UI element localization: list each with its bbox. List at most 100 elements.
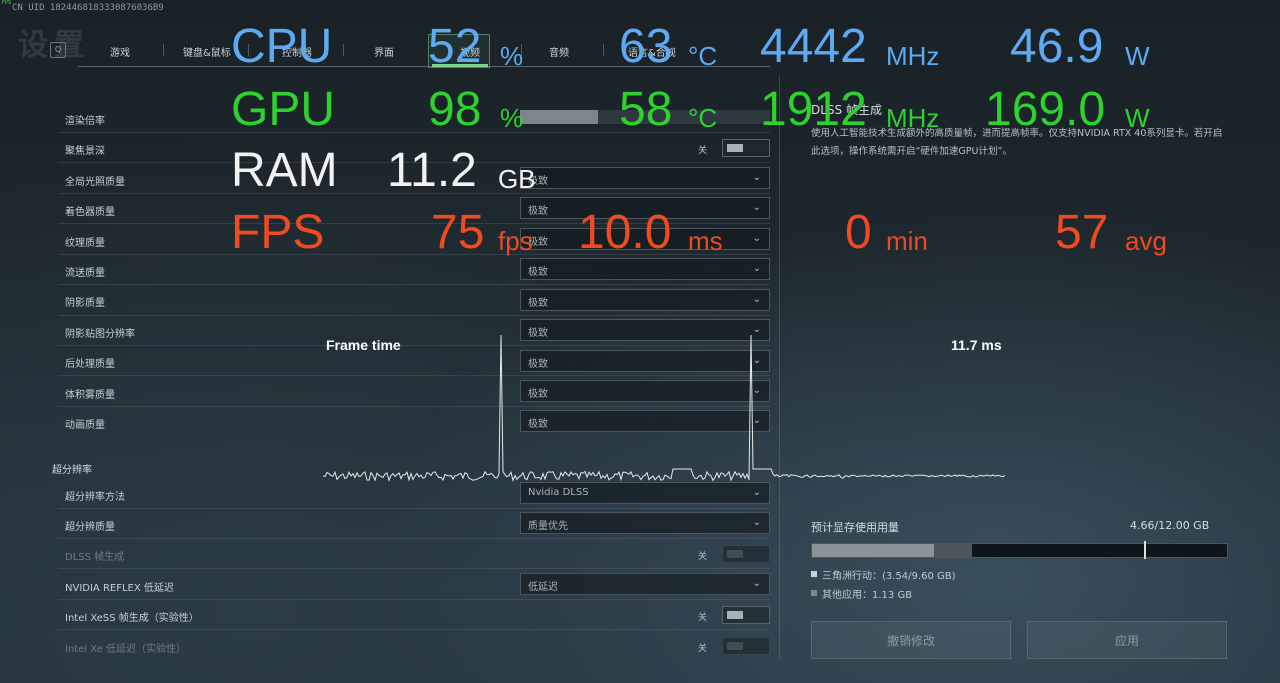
toggle-knob	[727, 611, 743, 619]
dropdown-value: 极致	[528, 206, 548, 217]
dropdown-value: 低延迟	[528, 582, 558, 593]
setting-label: 体积雾质量	[65, 390, 115, 401]
setting-label: Intel XeSS 帧生成（实验性）	[65, 613, 199, 624]
toggle-state-label: 关	[698, 613, 708, 623]
setting-label: 聚焦景深	[65, 146, 105, 157]
setting-label: 阴影质量	[65, 298, 105, 309]
xe-low-latency-toggle[interactable]	[722, 637, 770, 655]
osd-gpu-temp-unit: °C	[688, 103, 718, 133]
row-divider	[58, 284, 770, 285]
osd-ram-unit: GB	[498, 164, 536, 194]
osd-ram-label: RAM	[231, 144, 338, 197]
vram-label: 预计显存使用用量	[811, 521, 899, 534]
toggle-state-label: 关	[698, 644, 708, 654]
osd-cpu-temp-unit: °C	[688, 41, 718, 71]
revert-button[interactable]: 撤销修改	[811, 621, 1011, 659]
setting-label: Intel Xe 低延迟（实验性）	[65, 644, 187, 655]
osd-gpu-load-unit: %	[500, 103, 524, 133]
osd-fps-value: 75	[431, 206, 485, 259]
tab-game[interactable]: 游戏	[110, 44, 130, 59]
osd-gpu-clock-unit: MHz	[886, 103, 940, 133]
osd-gpu-load: 98	[428, 83, 482, 136]
toggle-knob	[727, 642, 743, 650]
osd-fps-min-unit: min	[886, 226, 928, 256]
upscaling-quality-dropdown[interactable]: 质量优先 ⌄	[520, 512, 770, 534]
toggle-knob	[727, 550, 743, 558]
setting-label: 后处理质量	[65, 359, 115, 370]
osd-cpu-clock-unit: MHz	[886, 41, 940, 71]
osd-gpu-temp: 58	[619, 83, 673, 136]
setting-label: 着色器质量	[65, 207, 115, 218]
osd-fps-avg: 57	[1055, 206, 1109, 259]
chevron-down-icon: ⌄	[752, 487, 761, 498]
dropdown-value: 质量优先	[528, 521, 568, 532]
frametime-graph	[323, 334, 1005, 482]
row-divider	[58, 315, 770, 316]
setting-label: 全局光照质量	[65, 177, 125, 188]
vram-value: 4.66/12.00 GB	[1130, 519, 1210, 532]
global-illumination-dropdown[interactable]: 极致 ⌄	[520, 167, 770, 189]
xess-frame-gen-toggle[interactable]	[722, 606, 770, 624]
osd-frametime: 10.0	[578, 206, 672, 259]
tab-separator	[343, 44, 344, 56]
reflex-dropdown[interactable]: 低延迟 ⌄	[520, 573, 770, 595]
chevron-down-icon: ⌄	[752, 294, 761, 305]
frametime-line	[323, 334, 1005, 482]
vram-other-fill	[934, 544, 972, 557]
depth-of-field-toggle[interactable]	[722, 139, 770, 157]
dropdown-value: 极致	[528, 298, 548, 309]
setting-label: 超分辨质量	[65, 522, 115, 533]
section-title: 超分辨率	[52, 465, 92, 476]
setting-label: 纹理质量	[65, 238, 105, 249]
tab-audio[interactable]: 音频	[549, 44, 569, 59]
setting-label: 渲染倍率	[65, 116, 105, 127]
chevron-down-icon: ⌄	[752, 233, 761, 244]
setting-label: DLSS 帧生成	[65, 552, 125, 563]
legend-game: 三角洲行动：(3.54/9.60 GB)	[822, 571, 956, 582]
osd-gpu-label: GPU	[231, 83, 336, 136]
osd-cpu-temp: 63	[619, 20, 673, 73]
dropdown-value: Nvidia DLSS	[528, 487, 589, 498]
tab-keyboard-mouse[interactable]: 键盘&鼠标	[183, 44, 231, 59]
dropdown-value: 极致	[528, 267, 548, 278]
osd-gpu-clock: 1912	[760, 83, 867, 136]
toggle-state-label: 关	[698, 146, 708, 156]
vram-game-fill	[812, 544, 934, 557]
osd-ram-value: 11.2	[387, 144, 477, 197]
tab-prev-key[interactable]: Q	[50, 42, 66, 58]
chevron-down-icon: ⌄	[752, 578, 761, 589]
setting-label: 阴影贴图分辨率	[65, 329, 135, 340]
osd-cpu-load: 52	[428, 20, 482, 73]
user-uid: CN UID 1824468183330876036B9	[12, 3, 164, 13]
osd-cpu-power: 46.9	[1010, 20, 1104, 73]
tab-separator	[603, 44, 604, 56]
toggle-knob	[727, 144, 743, 152]
legend-game-swatch	[811, 571, 817, 577]
fps-indicator: FPS	[2, 0, 12, 6]
setting-label: NVIDIA REFLEX 低延迟	[65, 583, 174, 594]
setting-label: 流送质量	[65, 268, 105, 279]
upscaling-method-dropdown[interactable]: Nvidia DLSS ⌄	[520, 482, 770, 504]
toggle-state-label: 关	[698, 552, 708, 562]
legend-other-swatch	[811, 590, 817, 596]
osd-frametime-unit: ms	[688, 226, 723, 256]
dlss-frame-gen-toggle[interactable]	[722, 545, 770, 563]
setting-label: 超分辨率方法	[65, 492, 125, 503]
shadow-quality-dropdown[interactable]: 极致 ⌄	[520, 289, 770, 311]
apply-button[interactable]: 应用	[1027, 621, 1227, 659]
vram-limit-marker	[1144, 541, 1146, 559]
osd-fps-min: 0	[845, 206, 872, 259]
frametime-title: Frame time	[326, 337, 401, 353]
osd-cpu-load-unit: %	[500, 41, 524, 71]
osd-gpu-power-unit: W	[1125, 103, 1150, 133]
setting-label: 动画质量	[65, 420, 105, 431]
streaming-quality-dropdown[interactable]: 极致 ⌄	[520, 258, 770, 280]
render-scale-slider[interactable]	[520, 110, 598, 124]
osd-fps-unit: fps	[498, 226, 533, 256]
legend-other: 其他应用：1.13 GB	[822, 590, 913, 601]
row-divider	[58, 629, 770, 630]
frametime-current: 11.7 ms	[951, 337, 1002, 353]
tab-interface[interactable]: 界面	[374, 44, 394, 59]
osd-fps-avg-unit: avg	[1125, 226, 1167, 256]
osd-cpu-label: CPU	[231, 20, 333, 73]
